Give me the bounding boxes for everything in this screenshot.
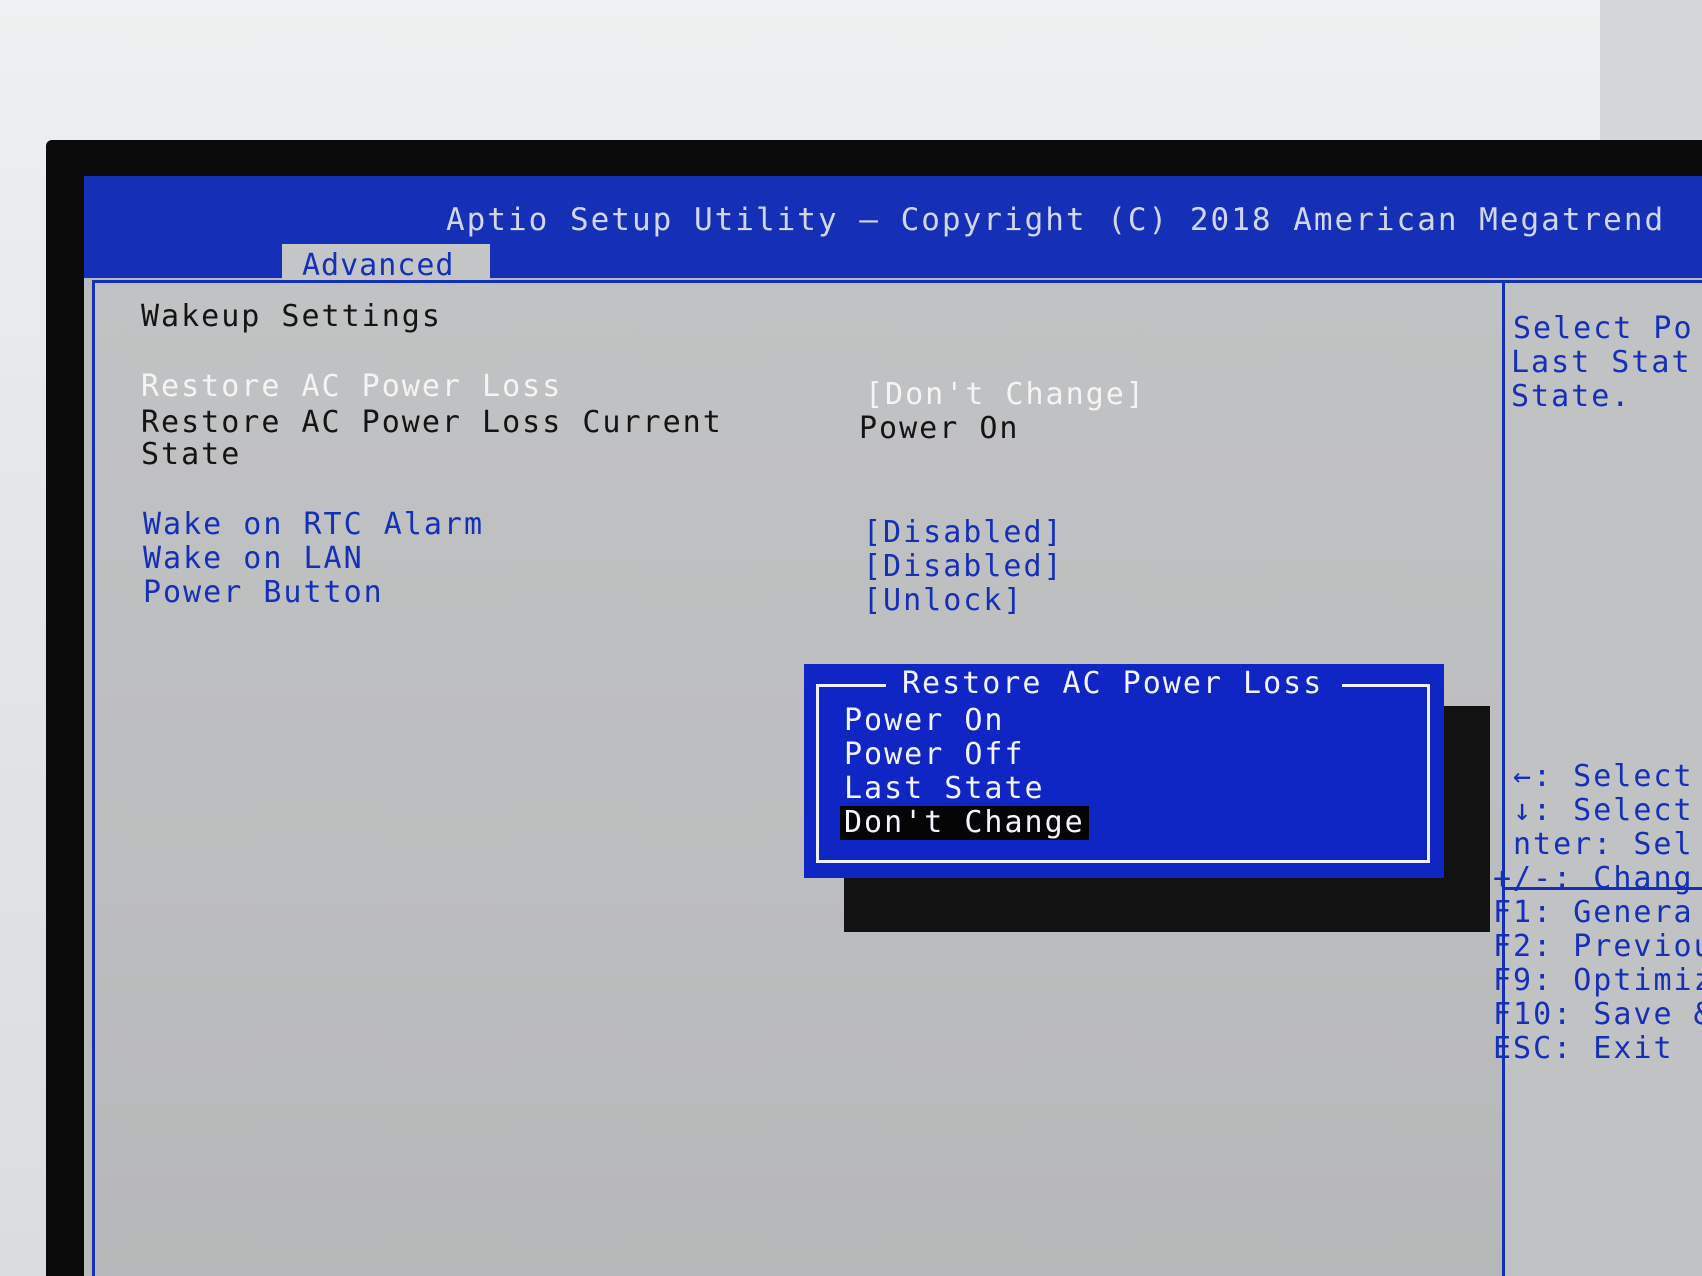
help-line-1: Select Po — [1513, 311, 1694, 346]
key-hint-f9: F9: Optimiz — [1493, 963, 1702, 998]
option-last-state[interactable]: Last State — [844, 772, 1045, 806]
tab-advanced[interactable]: Advanced — [282, 242, 490, 283]
key-hint-esc: ESC: Exit — [1493, 1031, 1674, 1066]
wall-edge — [1600, 0, 1702, 160]
popup-frame-top-left — [816, 684, 886, 687]
setting-current-state-value: Power On — [859, 411, 1020, 446]
setting-restore-ac-power-loss-value[interactable]: [Don't Change] — [865, 377, 1146, 413]
tab-advanced-label: Advanced — [302, 248, 455, 283]
key-hint-f1: F1: Genera — [1493, 895, 1694, 930]
key-hint-f10: F10: Save & — [1493, 997, 1702, 1032]
option-power-on[interactable]: Power On — [844, 704, 1005, 738]
setting-wake-on-lan[interactable]: Wake on LAN — [143, 541, 364, 577]
setting-power-button-value[interactable]: [Unlock] — [863, 583, 1024, 619]
setting-restore-ac-power-loss[interactable]: Restore AC Power Loss — [141, 369, 562, 405]
bios-screen: Aptio Setup Utility – Copyright (C) 2018… — [84, 176, 1702, 1276]
help-panel: Select Po Last Stat State. ←: Select ↓: … — [1493, 280, 1702, 1276]
help-line-3: State. — [1511, 379, 1632, 414]
popup-frame-top-right — [1342, 684, 1427, 687]
key-hint-enter: nter: Sel — [1513, 827, 1694, 862]
setting-wake-on-lan-value[interactable]: [Disabled] — [863, 549, 1064, 585]
key-hint-change: +/-: Chang — [1493, 861, 1694, 896]
setting-wake-on-rtc-alarm[interactable]: Wake on RTC Alarm — [143, 507, 484, 543]
key-hint-f2: F2: Previou — [1493, 929, 1702, 964]
utility-title: Aptio Setup Utility – Copyright (C) 2018… — [446, 202, 1666, 238]
restore-ac-power-loss-popup[interactable]: Restore AC Power Loss Power On Power Off… — [804, 664, 1444, 878]
option-dont-change[interactable]: Don't Change — [840, 806, 1089, 840]
key-hint-select-item: ↓: Select — [1513, 793, 1694, 828]
popup-title: Restore AC Power Loss — [902, 666, 1324, 701]
setting-current-state-label: Restore AC Power Loss Current — [141, 405, 723, 440]
title-bar: Aptio Setup Utility – Copyright (C) 2018… — [84, 176, 1702, 283]
key-hint-select-screen: ←: Select — [1513, 759, 1694, 794]
option-power-off[interactable]: Power Off — [844, 738, 1025, 772]
setting-wake-on-rtc-alarm-value[interactable]: [Disabled] — [863, 515, 1064, 551]
help-line-2: Last Stat — [1511, 345, 1692, 380]
setting-current-state-label-cont: State — [141, 437, 242, 472]
section-title: Wakeup Settings — [141, 299, 442, 334]
setting-power-button[interactable]: Power Button — [143, 575, 384, 611]
